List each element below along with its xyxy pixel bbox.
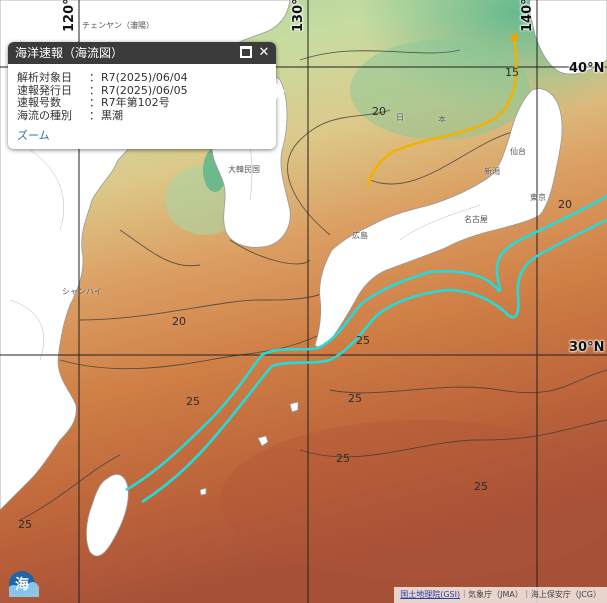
place-label: 大韓民国: [228, 165, 260, 174]
place-label: 名古屋: [464, 215, 488, 224]
isotherm-label: 25: [186, 395, 200, 408]
isotherm-label: 20: [372, 105, 386, 118]
lon-label-130: 130°E: [291, 0, 306, 32]
row-key: 海流の種別: [17, 108, 72, 122]
close-icon[interactable]: ✕: [256, 42, 272, 64]
isotherm-label: 25: [18, 518, 32, 531]
popup-row: 海流の種別 ：黒潮: [17, 108, 123, 122]
isotherm-label: 25: [348, 392, 362, 405]
isotherm-label: 25: [474, 480, 488, 493]
tsushima-current-marker: [511, 34, 518, 41]
place-label: 東京: [530, 193, 546, 202]
isotherm-label: 25: [336, 452, 350, 465]
place-label: 日: [396, 113, 404, 122]
isotherm-label: 20: [558, 198, 572, 211]
place-label: チェンヤン（瀋陽）: [82, 21, 154, 30]
place-label: 仙台: [510, 147, 526, 156]
lat-label-30: 30°N: [569, 340, 605, 355]
row-key: 解析対象日: [17, 71, 72, 84]
place-label: シャンハイ: [62, 287, 102, 296]
row-value: R7(2025)/06/05: [101, 83, 188, 97]
row-key: 速報号数: [17, 96, 61, 109]
attribution-text: ｜気象庁（JMA）｜海上保安庁（JCG）: [460, 590, 601, 599]
row-value: R7(2025)/06/04: [101, 71, 188, 84]
umi-logo-icon[interactable]: 海: [5, 567, 41, 599]
isotherm-label: 25: [356, 334, 370, 347]
place-label: 広島: [352, 231, 368, 240]
lat-label-40: 40°N: [569, 61, 605, 76]
gsi-attribution-link[interactable]: 国土地理院(GSI): [400, 590, 460, 599]
isotherm-label: 20: [172, 315, 186, 328]
attribution-bar: 国土地理院(GSI)｜気象庁（JMA）｜海上保安庁（JCG）: [394, 587, 607, 603]
maximize-icon[interactable]: [238, 42, 254, 64]
popup-row: 速報号数 ：R7年第102号: [17, 96, 170, 109]
zoom-link[interactable]: ズーム: [17, 129, 50, 143]
popup-title: 海洋速報（海流図）: [15, 46, 124, 60]
popup-tail: [275, 82, 285, 100]
logo-text: 海: [15, 576, 29, 593]
popup-body: 解析対象日 ：R7(2025)/06/04 速報発行日 ：R7(2025)/06/0…: [8, 64, 276, 143]
isotherm-label: 15: [505, 66, 519, 79]
row-value: R7年第102号: [101, 96, 170, 109]
info-popup: 海洋速報（海流図） ✕ 解析対象日 ：R7(2025)/06/04 速報発行日 ：R…: [8, 42, 285, 149]
place-label: 新潟: [484, 167, 500, 176]
map-view[interactable]: 120°E 130°E 140°E 40°N 30°N 15 20 20 25 …: [0, 0, 607, 603]
row-value: 黒潮: [101, 108, 123, 122]
lon-label-140: 140°E: [520, 0, 535, 32]
place-label: 本: [438, 115, 446, 124]
popup-header: 海洋速報（海流図） ✕: [8, 42, 276, 64]
lon-label-120: 120°E: [62, 0, 77, 32]
